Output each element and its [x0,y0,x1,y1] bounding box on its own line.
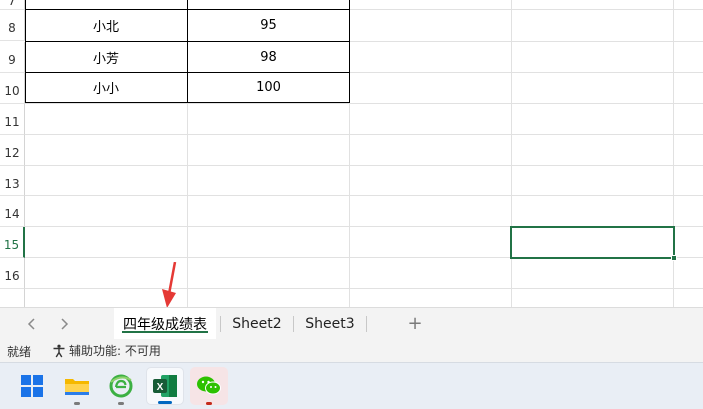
cell-name-10[interactable]: 小小 [25,73,187,102]
windows-taskbar: X [0,362,703,409]
row-divider [25,165,703,166]
sheet-tab-sheet3[interactable]: Sheet3 [295,308,365,339]
active-cell-selection[interactable] [510,226,675,259]
browser-icon[interactable] [102,367,140,405]
spreadsheet-grid[interactable]: 7 8 小北 95 9 小芳 98 10 小小 100 11 12 13 14 … [0,0,703,307]
table-border [25,41,350,42]
sheet-tab-sheet2[interactable]: Sheet2 [222,308,292,339]
row-header-12[interactable]: 12 [0,135,25,166]
notification-indicator [206,402,212,405]
cell-name-9[interactable]: 小芳 [25,42,187,73]
row-header-16[interactable]: 16 [0,258,25,289]
annotation-arrow-icon [162,262,177,308]
sheet-tab-grade4[interactable]: 四年级成绩表 [114,308,216,339]
accessibility-icon [53,344,65,357]
table-border [187,0,188,103]
table-border [25,0,26,103]
sheet-tab-bar: 四年级成绩表 Sheet2 Sheet3 + [0,307,703,339]
tab-separator [293,316,294,332]
chevron-left-icon[interactable] [22,314,42,334]
active-app-indicator [158,401,172,404]
row-divider [25,134,703,135]
sheet-tab-label: Sheet3 [305,315,355,332]
row-header-13[interactable]: 13 [0,166,25,196]
row-divider [25,195,703,196]
table-border [25,102,350,103]
cell-score-8[interactable]: 95 [188,10,349,41]
tab-separator [366,316,367,332]
wechat-icon[interactable] [190,367,228,405]
row-divider [25,288,703,289]
row-header-17[interactable] [0,289,25,307]
sheet-tab-label: Sheet2 [232,315,282,332]
running-indicator [74,402,80,405]
row-header-14[interactable]: 14 [0,196,25,227]
column-divider [511,0,512,307]
row-header-8[interactable]: 8 [0,10,25,41]
row-header-7[interactable]: 7 [0,0,25,10]
tab-separator [220,316,221,332]
table-border [349,0,350,103]
accessibility-text: 辅助功能: 不可用 [69,344,161,358]
cell-score-9[interactable]: 98 [188,42,349,73]
cell-score-10[interactable]: 100 [188,73,349,102]
add-sheet-button[interactable]: + [404,312,426,334]
status-ready-text: 就绪 [7,345,32,359]
fill-handle[interactable] [671,255,677,261]
running-indicator [118,402,124,405]
row-header-10[interactable]: 10 [0,73,25,104]
accessibility-status[interactable]: 辅助功能: 不可用 [52,342,161,359]
table-border [25,72,350,73]
cell-name-8[interactable]: 小北 [25,10,187,41]
excel-icon[interactable]: X [146,367,184,405]
status-bar: 就绪 辅助功能: 不可用 [0,339,703,362]
row-header-11[interactable]: 11 [0,104,25,135]
active-tab-underline [122,331,208,333]
windows-start-icon[interactable] [13,367,51,405]
table-border [25,9,350,10]
plus-icon: + [407,312,423,334]
row-divider [25,103,703,104]
svg-text:X: X [157,382,164,393]
row-header-9[interactable]: 9 [0,42,25,73]
row-header-15[interactable]: 15 [0,227,25,258]
chevron-right-icon[interactable] [54,314,74,334]
file-explorer-icon[interactable] [58,367,96,405]
